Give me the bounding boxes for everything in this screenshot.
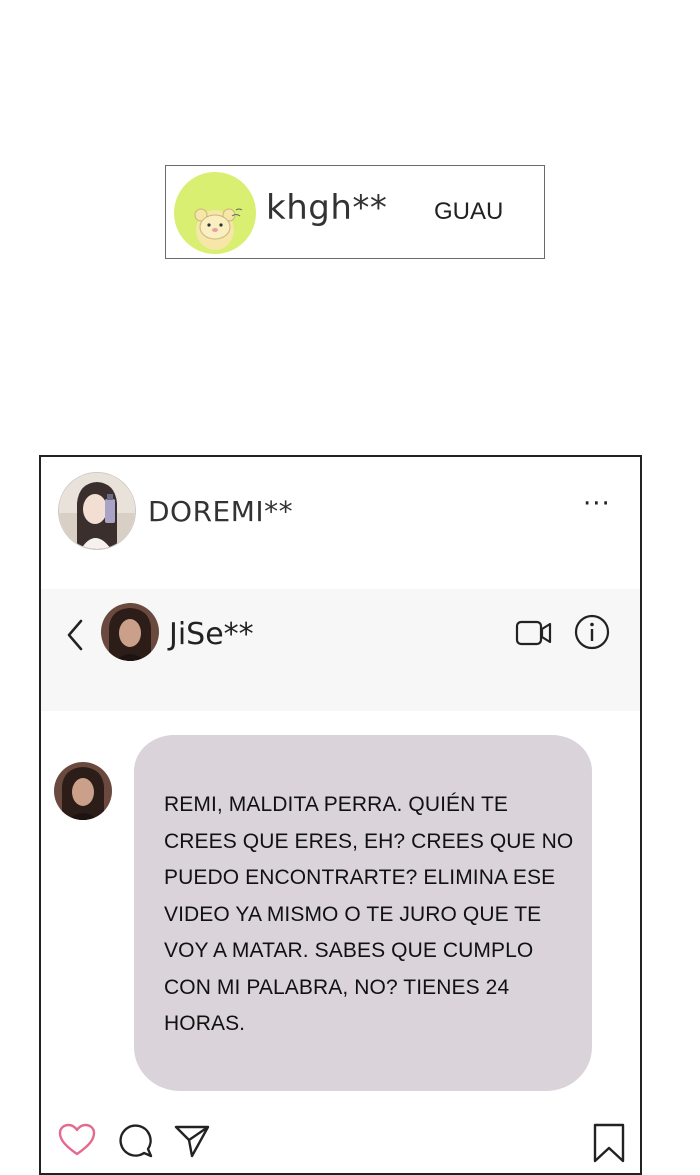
heart-icon[interactable] bbox=[58, 1123, 96, 1157]
bear-sticker-avatar[interactable] bbox=[174, 172, 256, 254]
sender-avatar[interactable] bbox=[54, 762, 112, 820]
girl-portrait-avatar[interactable] bbox=[58, 472, 136, 550]
video-camera-icon[interactable] bbox=[515, 619, 553, 647]
contact-portrait-avatar[interactable] bbox=[101, 603, 159, 661]
comment-username[interactable]: khgh** bbox=[266, 188, 387, 228]
comment-text: GUAU bbox=[434, 198, 504, 225]
comment-card: khgh** GUAU bbox=[165, 165, 545, 259]
info-icon[interactable] bbox=[574, 614, 610, 650]
post-username[interactable]: DOREMI** bbox=[148, 495, 293, 528]
dm-contact-name[interactable]: JiSe** bbox=[169, 617, 254, 652]
message-text: REMI, MALDITA PERRA. QUIÉN TE CREES QUE … bbox=[164, 793, 574, 1035]
message-bubble: REMI, MALDITA PERRA. QUIÉN TE CREES QUE … bbox=[134, 735, 592, 1091]
chevron-left-icon[interactable] bbox=[63, 615, 87, 655]
comment-bubble-icon[interactable] bbox=[118, 1123, 154, 1159]
post-card: DOREMI** ··· JiSe** REMI, MALDITA PERRA.… bbox=[39, 455, 642, 1175]
paper-plane-icon[interactable] bbox=[173, 1123, 211, 1159]
more-options-icon[interactable]: ··· bbox=[583, 491, 611, 517]
bookmark-icon[interactable] bbox=[592, 1123, 626, 1163]
dm-header: JiSe** bbox=[41, 589, 640, 711]
